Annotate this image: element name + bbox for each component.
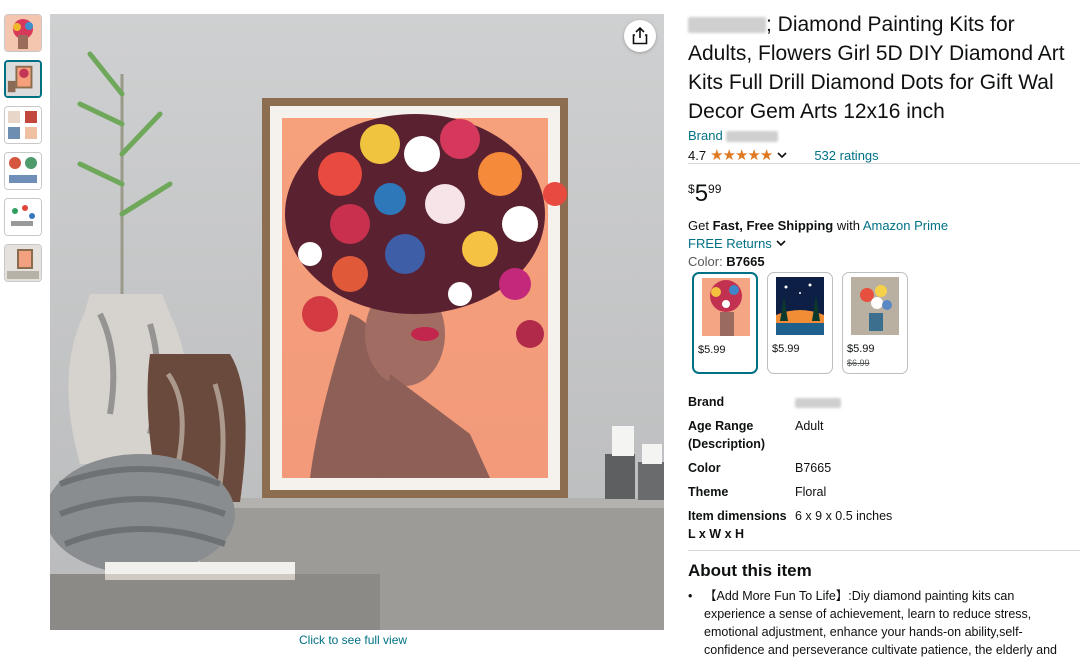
chevron-down-icon[interactable] (776, 150, 788, 160)
bullet-line: experience a sense of achievement, learn… (704, 607, 1032, 621)
spec-value: Floral (795, 485, 827, 499)
spec-value: B7665 (795, 461, 832, 475)
swatch-price: $5.99 (698, 344, 726, 356)
product-title: ; Diamond Painting Kits for (688, 10, 1080, 39)
thumbnail-strip (4, 14, 44, 290)
price: $599 (688, 180, 721, 208)
blurred-brand-name (726, 131, 779, 143)
thumbnail-6[interactable] (4, 244, 42, 282)
spec-key: Theme (688, 485, 729, 499)
title-line-4: Decor Gem Arts 12x16 inch (688, 100, 945, 123)
bullet-dot: • (688, 589, 693, 603)
about-title: About this item (688, 561, 812, 580)
full-view-link[interactable]: Click to see full view (299, 633, 407, 647)
rating-row: 4.7 ★★★★★ 532 ratings (688, 145, 1080, 165)
shipping-bold: Fast, Free Shipping (712, 218, 834, 233)
product-photo (50, 14, 664, 630)
spec-row: Age Range (Description) Adult (688, 417, 892, 453)
share-button[interactable] (624, 20, 656, 52)
thumbnail-3[interactable] (4, 106, 42, 144)
bullet-line: 【Add More Fun To Life】:Diy diamond paint… (704, 589, 1015, 603)
ratings-count-link[interactable]: 532 ratings (814, 148, 878, 163)
price-whole: 5 (694, 180, 709, 207)
title-line-3: Kits Full Drill Diamond Dots for Gift Wa… (688, 71, 1054, 94)
price-currency: $ (688, 182, 695, 196)
list-item: • 【Add More Fun To Life】:Diy diamond pai… (688, 587, 1080, 659)
thumbnail-2[interactable] (4, 60, 42, 98)
color-label: Color: (688, 254, 727, 269)
free-returns-link[interactable]: FREE Returns (688, 236, 787, 251)
divider (688, 163, 1080, 164)
shipping-line: Get Fast, Free Shipping with Amazon Prim… (688, 218, 948, 233)
divider (688, 550, 1080, 551)
returns-label: FREE Returns (688, 236, 772, 251)
title-line-2: Adults, Flowers Girl 5D DIY Diamond Art (688, 42, 1065, 65)
spec-row: Theme Floral (688, 483, 892, 501)
bullet-line: confidence and perseverance cultivate pa… (704, 643, 1058, 657)
title-line-1: ; Diamond Painting Kits for (766, 13, 1015, 36)
spec-value: 6 x 9 x 0.5 inches (795, 509, 893, 523)
blurred-brand-prefix (688, 17, 766, 34)
spec-row: Brand (688, 393, 892, 411)
color-value: B7665 (726, 254, 765, 269)
product-details: ; Diamond Painting Kits for Adults, Flow… (688, 10, 1080, 165)
swatch-price: $5.99 (847, 343, 875, 355)
color-swatches: $5.99 $5.99 $5.99 $6.99 (692, 272, 908, 374)
spec-key: Color (688, 461, 721, 475)
spec-row: Item dimensions L x W x H 6 x 9 x 0.5 in… (688, 507, 892, 543)
chevron-down-icon (776, 240, 787, 247)
swatch-image (776, 277, 824, 335)
bullet-text: 【Add More Fun To Life】:Diy diamond paint… (704, 587, 1057, 659)
swatch-b7665[interactable]: $5.99 (692, 272, 758, 374)
spec-key: Brand (688, 395, 725, 409)
swatch-image (851, 277, 899, 335)
share-icon (632, 27, 648, 45)
bullet-line: emotional adjustment, enhance your hands… (704, 625, 1023, 639)
swatch-2[interactable]: $5.99 (767, 272, 833, 374)
swatch-price: $5.99 (772, 343, 800, 355)
swatch-3[interactable]: $5.99 $6.99 (842, 272, 908, 374)
shipping-prefix: Get (688, 218, 713, 233)
brand-label: Brand (688, 128, 723, 143)
swatch-image (702, 278, 750, 336)
product-specs: Brand Age Range (Description) Adult Colo… (688, 393, 892, 549)
main-product-image[interactable] (50, 14, 664, 630)
thumbnail-5[interactable] (4, 198, 42, 236)
color-label-line: Color: B7665 (688, 254, 765, 269)
spec-row: Color B7665 (688, 459, 892, 477)
swatch-old-price: $6.99 (847, 358, 870, 368)
spec-key: Item dimensions L x W x H (688, 509, 787, 541)
blurred-brand-value (795, 397, 841, 408)
thumbnail-1[interactable] (4, 14, 42, 52)
about-bullets: • 【Add More Fun To Life】:Diy diamond pai… (688, 587, 1080, 659)
brand-link[interactable]: Brand (688, 128, 1080, 143)
shipping-with: with (833, 218, 863, 233)
prime-link[interactable]: Amazon Prime (863, 218, 948, 233)
price-fraction: 99 (708, 182, 722, 196)
rating-value: 4.7 (688, 147, 707, 163)
star-rating-icon[interactable]: ★★★★★ (710, 146, 773, 164)
spec-value (795, 393, 841, 411)
spec-value: Adult (795, 419, 824, 433)
spec-key: Age Range (Description) (688, 419, 766, 451)
thumbnail-4[interactable] (4, 152, 42, 190)
